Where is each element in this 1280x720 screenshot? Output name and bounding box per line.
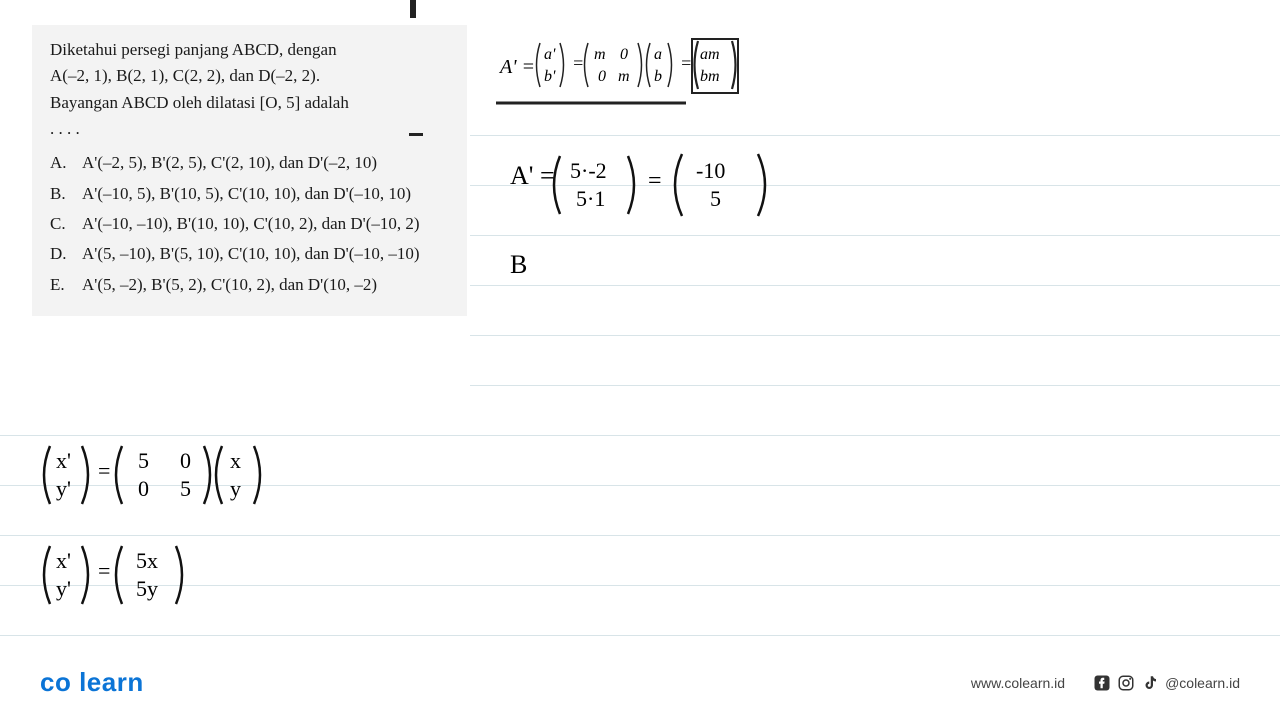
svg-text:5: 5 (710, 186, 721, 211)
option-letter: D. (50, 241, 82, 267)
option-c: C. A'(–10, –10), B'(10, 10), C'(10, 2), … (50, 211, 449, 237)
svg-text:y: y (230, 476, 241, 501)
svg-text:y': y' (56, 576, 71, 601)
svg-text:x: x (230, 448, 241, 473)
svg-text:A' =: A' = (510, 161, 555, 190)
svg-text:5x: 5x (136, 548, 158, 573)
top-tick-mark (410, 0, 416, 18)
tiktok-icon (1141, 674, 1159, 692)
social-handle: @colearn.id (1165, 675, 1240, 691)
svg-text:m: m (618, 68, 630, 85)
svg-text:bm: bm (700, 68, 720, 85)
option-a: A. A'(–2, 5), B'(2, 5), C'(2, 10), dan D… (50, 150, 449, 176)
option-text: A'(5, –2), B'(5, 2), C'(10, 2), dan D'(1… (82, 272, 449, 298)
svg-text:0: 0 (620, 46, 628, 63)
svg-text:=: = (98, 558, 110, 583)
option-letter: A. (50, 150, 82, 176)
svg-text:-10: -10 (696, 158, 725, 183)
option-text: A'(–2, 5), B'(2, 5), C'(2, 10), dan D'(–… (82, 150, 449, 176)
svg-text:x': x' (56, 548, 71, 573)
prompt-dots: . . . . (50, 119, 80, 138)
social-group: @colearn.id (1093, 674, 1240, 692)
facebook-icon (1093, 674, 1111, 692)
formula-lhs: A' = (498, 56, 535, 78)
question-prompt: Diketahui persegi panjang ABCD, dengan A… (50, 37, 449, 142)
option-text: A'(–10, 5), B'(10, 5), C'(10, 10), dan D… (82, 181, 449, 207)
svg-text:5: 5 (180, 476, 191, 501)
instagram-icon (1117, 674, 1135, 692)
dilation-formula: A' = a' b' = m 0 0 m a b = am bm (500, 35, 760, 121)
handwritten-answer: B (510, 250, 527, 280)
svg-text:5: 5 (138, 448, 149, 473)
option-b: B. A'(–10, 5), B'(10, 5), C'(10, 10), da… (50, 181, 449, 207)
svg-text:0: 0 (138, 476, 149, 501)
svg-text:a': a' (544, 46, 556, 63)
svg-text:y': y' (56, 476, 71, 501)
option-e: E. A'(5, –2), B'(5, 2), C'(10, 2), dan D… (50, 272, 449, 298)
option-text: A'(5, –10), B'(5, 10), C'(10, 10), dan D… (82, 241, 449, 267)
answer-letter: B (510, 250, 527, 279)
svg-text:5y: 5y (136, 576, 158, 601)
option-d: D. A'(5, –10), B'(5, 10), C'(10, 10), da… (50, 241, 449, 267)
prompt-line-1: Diketahui persegi panjang ABCD, dengan (50, 40, 337, 59)
handwritten-result-form: x' y' = 5x 5y (40, 540, 260, 625)
svg-text:5·1: 5·1 (576, 186, 605, 211)
svg-text:=: = (572, 53, 584, 73)
underline-5 (409, 133, 423, 136)
svg-text:5·-2: 5·-2 (570, 158, 607, 183)
footer-url: www.colearn.id (971, 675, 1065, 691)
question-box: Diketahui persegi panjang ABCD, dengan A… (32, 25, 467, 316)
svg-text:x': x' (56, 448, 71, 473)
svg-text:=: = (98, 458, 110, 483)
footer-right: www.colearn.id @colearn.id (971, 674, 1240, 692)
colearn-logo: co learn (40, 667, 144, 698)
svg-text:m: m (594, 46, 606, 63)
svg-text:b: b (654, 68, 662, 85)
svg-text:a: a (654, 46, 662, 63)
svg-text:b': b' (544, 68, 556, 85)
svg-text:0: 0 (180, 448, 191, 473)
option-letter: E. (50, 272, 82, 298)
option-letter: C. (50, 211, 82, 237)
svg-text:am: am (700, 46, 720, 63)
svg-text:=: = (648, 168, 662, 194)
prompt-line-2: A(–2, 1), B(2, 1), C(2, 2), dan D(–2, 2)… (50, 66, 320, 85)
handwritten-matrix-form: x' y' = 5 0 0 5 x y (40, 440, 360, 525)
option-text: A'(–10, –10), B'(10, 10), C'(10, 2), dan… (82, 211, 449, 237)
handwritten-a-prime: A' = 5·-2 5·1 = -10 5 (510, 150, 870, 235)
options-list: A. A'(–2, 5), B'(2, 5), C'(2, 10), dan D… (50, 150, 449, 298)
option-letter: B. (50, 181, 82, 207)
prompt-line-3: Bayangan ABCD oleh dilatasi [O, 5] adala… (50, 93, 349, 112)
footer: co learn www.colearn.id @colearn.id (0, 667, 1280, 698)
svg-text:0: 0 (598, 68, 606, 85)
svg-text:=: = (680, 53, 692, 73)
